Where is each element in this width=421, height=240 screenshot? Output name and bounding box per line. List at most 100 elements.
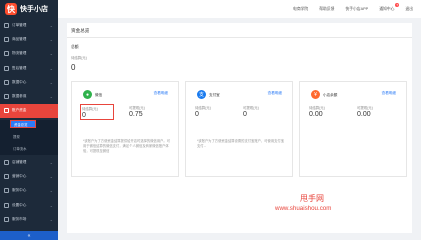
chevron-down-icon: ⌄ <box>49 94 53 100</box>
metric-label: 可提现(元) <box>243 106 259 110</box>
title-divider <box>67 37 412 38</box>
kuaishou-logo-icon: 快 <box>5 3 17 15</box>
overall-label: 总额 <box>71 45 79 49</box>
card-note: *该账户为了方便资金结算提供给开店时选择的微信用户。可用于微信结算的微信支付，满… <box>83 139 171 153</box>
top-header: 电商学院 帮助反馈 快手小店APP 通知中心 ? 退出 <box>58 0 421 18</box>
app-name: 快手小店 <box>20 6 48 13</box>
sidebar-item-label: 售后管理 <box>12 65 27 70</box>
double-chevron-left-icon: « <box>27 232 31 239</box>
analytics-icon <box>4 94 9 100</box>
header-link-app[interactable]: 快手小店APP <box>345 7 368 12</box>
header-link-academy[interactable]: 电商学院 <box>293 7 308 12</box>
metric-label: 可提现(元) <box>129 106 145 110</box>
sidebar-collapse-button[interactable]: « <box>0 231 58 240</box>
sidebar-item-after-sales[interactable]: 售后管理 ⌄ <box>0 61 58 75</box>
pending-settlement-metric: 待结算(元) 0 <box>194 104 228 120</box>
page-title: 资金总览 <box>71 28 90 33</box>
chevron-down-icon: ⌄ <box>49 22 53 28</box>
sidebar-subitem-order-flow[interactable]: 订单流水 <box>0 143 58 156</box>
settings-icon <box>4 202 9 208</box>
watermark-brand: 甩手网 <box>300 194 324 203</box>
chevron-down-icon: ⌄ <box>49 36 53 42</box>
sidebar-subitem-withdraw[interactable]: 提现 <box>0 130 58 143</box>
chart-icon <box>4 79 9 85</box>
chevron-up-icon: ⌃ <box>49 108 53 114</box>
chevron-down-icon: ⌄ <box>49 79 53 85</box>
card-note: *该账户为了方便资金结算设置的支付宝账户，可使用支付宝支付... <box>197 139 285 148</box>
view-details-link[interactable]: 查看明细 <box>268 91 282 96</box>
view-details-link[interactable]: 查看明细 <box>382 91 396 96</box>
chevron-down-icon: ⌄ <box>49 216 53 222</box>
chevron-down-icon: ⌄ <box>49 159 53 165</box>
sidebar-item-service[interactable]: 服务中心 ⌄ <box>0 184 58 198</box>
metric-label: 待结算(元) <box>309 106 325 110</box>
sidebar-item-logistics[interactable]: 物流管理 ⌄ <box>0 47 58 61</box>
card-title: 微信 <box>95 93 103 97</box>
chevron-down-icon: ⌄ <box>49 174 53 180</box>
sidebar-item-label: 物流管理 <box>12 51 27 56</box>
available-withdraw-metric: 可提现(元) 0 <box>242 104 276 120</box>
goods-icon <box>4 36 9 42</box>
sidebar-item-marketing[interactable]: 营销中心 ⌄ <box>0 169 58 183</box>
overall-pending-amount: 0 <box>71 63 76 72</box>
sidebar-subitem-funds-overview[interactable]: 资金总览 <box>10 120 36 129</box>
chevron-down-icon: ⌄ <box>49 51 53 57</box>
sidebar-item-label: 数据中心 <box>12 79 27 84</box>
metric-label: 待结算(元) <box>82 107 98 111</box>
service-icon <box>4 188 9 194</box>
available-withdraw-metric: 可提现(元) 0.00 <box>356 104 390 120</box>
funds-overview-panel: 资金总览 总额 待结算(元) 0 ● 微信 查看明细 待结算(元) 0 可提现(… <box>67 23 412 233</box>
sidebar-item-label: 数据参谋 <box>12 94 27 99</box>
alipay-account-card: 支 支付宝 查看明细 待结算(元) 0 可提现(元) 0 *该账户为了方便资金结… <box>185 81 293 177</box>
sidebar-item-shop[interactable]: 店铺管理 ⌄ <box>0 155 58 169</box>
pending-settlement-metric: 待结算(元) 0.00 <box>308 104 342 120</box>
chevron-down-icon: ⌄ <box>49 65 53 71</box>
metric-label: 待结算(元) <box>195 106 211 110</box>
sidebar-item-goods[interactable]: 商品管理 ⌄ <box>0 32 58 46</box>
logout-link[interactable]: 退出 <box>405 7 413 12</box>
shop-balance-card: ¥ 小店余额 查看明细 待结算(元) 0.00 可提现(元) 0.00 <box>299 81 407 177</box>
shop-icon <box>4 159 9 165</box>
sidebar-item-label: 店铺管理 <box>12 159 27 164</box>
pending-settlement-metric: 待结算(元) 0 <box>80 104 114 120</box>
alipay-icon: 支 <box>197 90 206 99</box>
overall-pending-label: 待结算(元) <box>71 56 87 60</box>
chevron-down-icon: ⌄ <box>49 188 53 194</box>
wechat-account-card: ● 微信 查看明细 待结算(元) 0 可提现(元) 0.75 *该账户为了方便资… <box>71 81 179 177</box>
truck-icon <box>4 51 9 57</box>
notification-badge: ? <box>395 2 400 7</box>
watermark-url: www.shuaishou.com <box>275 205 332 212</box>
available-withdraw-metric: 可提现(元) 0.75 <box>128 104 162 120</box>
sidebar-item-label: 服务市场 <box>12 216 27 221</box>
sidebar-item-account-funds[interactable]: 账户资金 ⌃ <box>0 103 58 119</box>
metric-value: 0.00 <box>357 111 371 118</box>
metric-value: 0 <box>82 112 86 119</box>
sidebar-item-data-advisor[interactable]: 数据参谋 ⌄ <box>0 89 58 103</box>
card-title: 小店余额 <box>323 93 338 97</box>
sidebar-item-label: 账户资金 <box>12 108 27 113</box>
sidebar-item-label: 营销中心 <box>12 174 27 179</box>
balance-icon: ¥ <box>311 90 320 99</box>
metric-label: 可提现(元) <box>357 106 373 110</box>
app-logo[interactable]: 快 快手小店 <box>0 0 58 18</box>
sidebar: 快 快手小店 订单管理 ⌄ 商品管理 ⌄ 物流管理 ⌄ 售后管理 ⌄ 数据中心 ⌄ 数据参… <box>0 0 58 240</box>
market-icon <box>4 216 9 222</box>
notifications-label: 通知中心 <box>379 6 395 11</box>
header-link-notifications[interactable]: 通知中心 ? <box>379 2 400 12</box>
header-link-help[interactable]: 帮助反馈 <box>319 7 334 12</box>
card-title: 支付宝 <box>209 93 220 97</box>
sidebar-item-service-market[interactable]: 服务市场 ⌄ <box>0 212 58 226</box>
sidebar-item-label: 订单管理 <box>12 22 27 27</box>
marketing-icon <box>4 174 9 180</box>
sidebar-item-label: 服务中心 <box>12 188 27 193</box>
wallet-icon <box>4 108 9 114</box>
sidebar-item-label: 商品管理 <box>12 36 27 41</box>
wechat-icon: ● <box>83 90 92 99</box>
sidebar-item-orders[interactable]: 订单管理 ⌄ <box>0 18 58 32</box>
view-details-link[interactable]: 查看明细 <box>154 91 168 96</box>
sidebar-item-settings[interactable]: 设置中心 ⌄ <box>0 198 58 212</box>
sidebar-nav-lower: 店铺管理 ⌄ 营销中心 ⌄ 服务中心 ⌄ 设置中心 ⌄ 服务市场 ⌄ <box>0 155 58 226</box>
sidebar-item-data-center[interactable]: 数据中心 ⌄ <box>0 75 58 89</box>
sidebar-subnav: 资金总览 提现 订单流水 <box>0 120 58 156</box>
metric-value: 0.75 <box>129 111 143 118</box>
